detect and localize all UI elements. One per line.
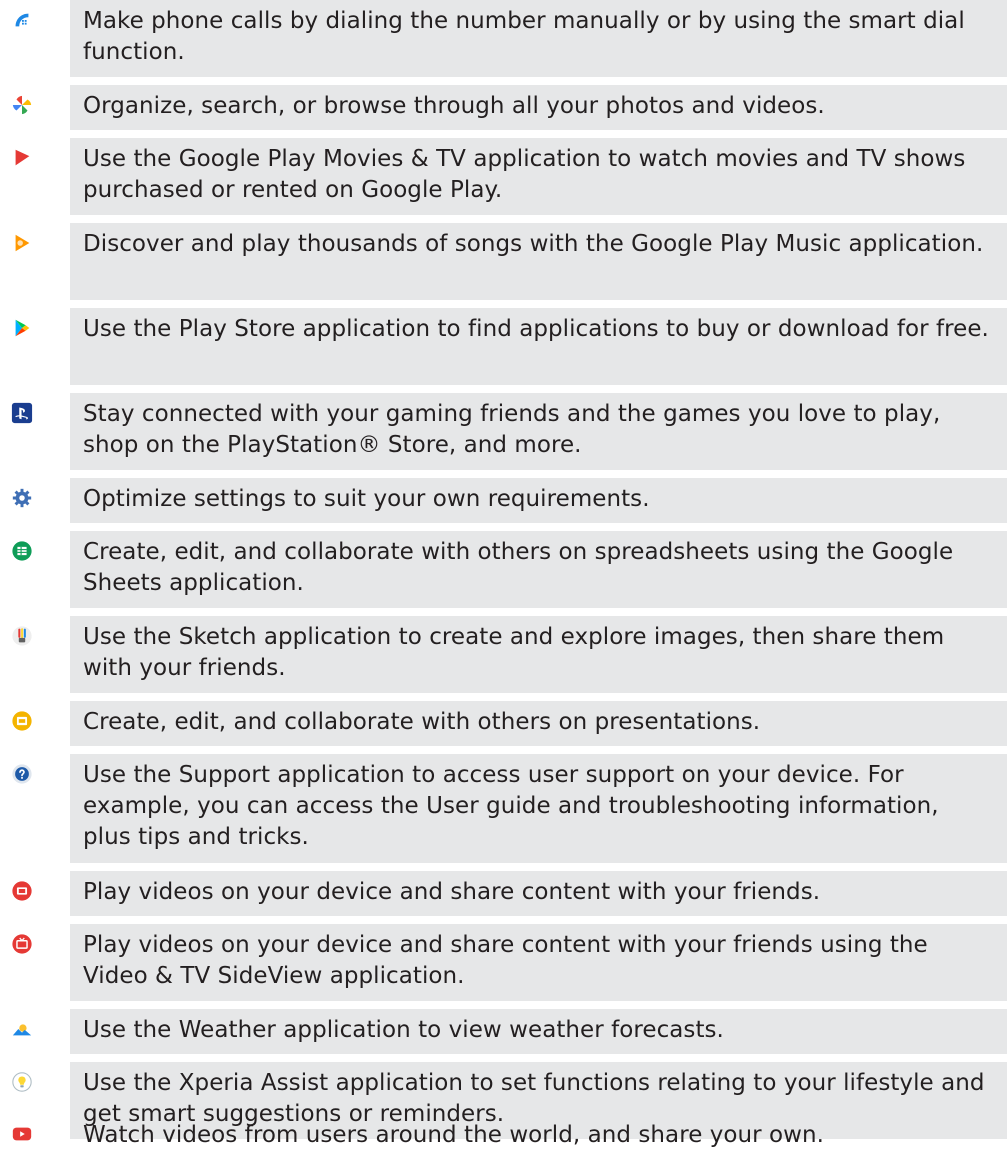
row-description: Watch videos from users around the world… bbox=[83, 1122, 825, 1148]
weather-icon bbox=[10, 1017, 34, 1041]
row-description: Play videos on your device and share con… bbox=[70, 924, 1007, 1001]
row-description: Use the Sketch application to create and… bbox=[70, 616, 1007, 693]
row-description: Use the Support application to access us… bbox=[70, 754, 1007, 863]
row-description: Use the Weather application to view weat… bbox=[70, 1009, 1007, 1054]
sketch-icon bbox=[10, 624, 34, 648]
play-movies-icon bbox=[10, 146, 34, 170]
row-description: Create, edit, and collaborate with other… bbox=[70, 531, 1007, 608]
google-photos-icon bbox=[10, 93, 34, 117]
row-description: Use the Google Play Movies & TV applicat… bbox=[70, 138, 1007, 215]
play-store-icon bbox=[10, 316, 34, 340]
video-tv-sideview-icon bbox=[10, 932, 34, 956]
row-description: Optimize settings to suit your own requi… bbox=[70, 478, 1007, 523]
google-sheets-icon bbox=[10, 539, 34, 563]
row-description: Organize, search, or browse through all … bbox=[70, 85, 1007, 130]
phone-dialer-icon bbox=[10, 8, 34, 32]
youtube-icon bbox=[10, 1122, 34, 1146]
support-icon bbox=[10, 762, 34, 786]
row-description: Create, edit, and collaborate with other… bbox=[70, 701, 1007, 746]
row-description: Stay connected with your gaming friends … bbox=[70, 393, 1007, 470]
settings-gear-icon bbox=[10, 486, 34, 510]
video-icon bbox=[10, 879, 34, 903]
row-description: Use the Play Store application to find a… bbox=[70, 308, 1007, 385]
row-description: Make phone calls by dialing the number m… bbox=[70, 0, 1007, 77]
xperia-assist-icon bbox=[10, 1070, 34, 1094]
google-slides-icon bbox=[10, 709, 34, 733]
play-music-icon bbox=[10, 231, 34, 255]
row-description: Play videos on your device and share con… bbox=[70, 871, 1007, 916]
playstation-icon bbox=[10, 401, 34, 425]
row-description: Discover and play thousands of songs wit… bbox=[70, 223, 1007, 300]
